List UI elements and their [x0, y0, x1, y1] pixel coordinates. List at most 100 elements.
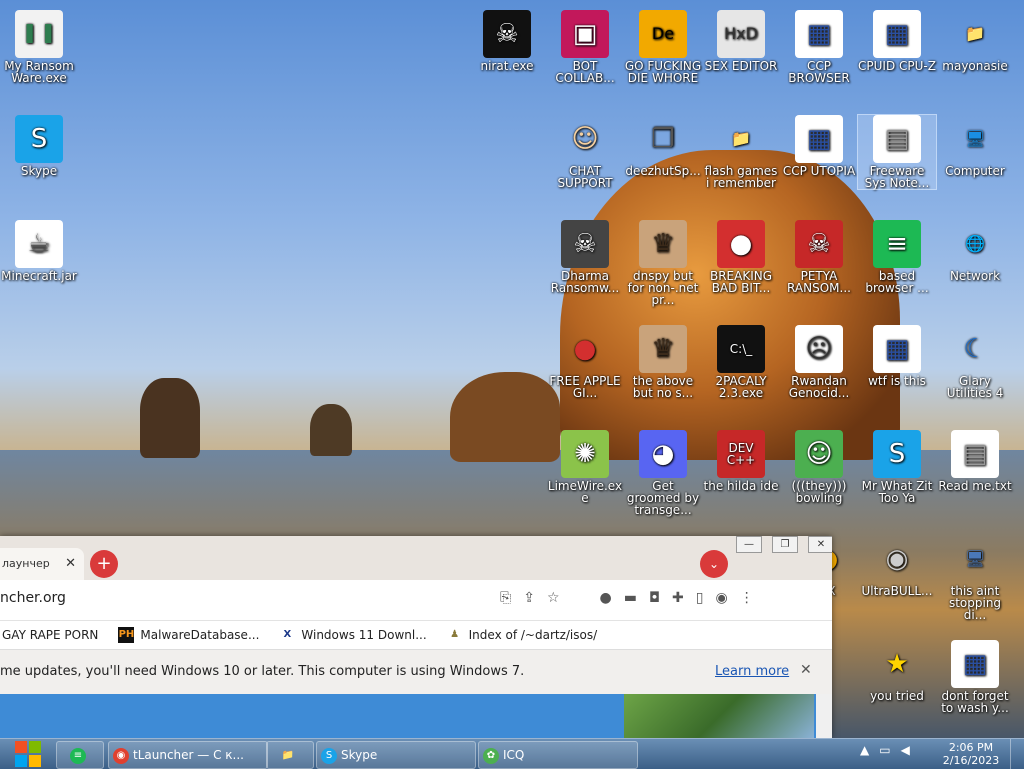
taskbar-item-label: Skype	[341, 748, 378, 762]
desktop-icon[interactable]: 📁 mayonasie	[936, 10, 1014, 73]
desktop-icon[interactable]: ● BREAKING BAD BIT...	[702, 220, 780, 294]
desktop-icon[interactable]: 🖥 this aint stopping di...	[936, 535, 1014, 622]
desktop-icon-label: dont forget to wash y...	[941, 689, 1009, 715]
desktop-icon-label: CPUID CPU-Z	[858, 59, 936, 73]
desktop-icon-label: Get groomed by transge...	[626, 479, 700, 517]
bookmark-star-icon[interactable]: ☆	[547, 590, 560, 606]
wallpaper-rock	[560, 150, 900, 460]
bookmark-item[interactable]: X Windows 11 Downl...	[279, 627, 427, 643]
taskbar-item[interactable]: 📁	[266, 741, 314, 769]
desktop-icon-label: PETYA RANSOM...	[787, 269, 851, 295]
bookmark-item[interactable]: GAY RAPE PORN	[2, 628, 98, 642]
desktop-icon[interactable]: ▣ BOT COLLAB...	[546, 10, 624, 84]
desktop-icon[interactable]: ≡ based browser ...	[858, 220, 936, 294]
address-bar[interactable]: ncher.org ⎘ ⇪ ☆ ● ▬ ◘ ✚ ▯ ◉ ⋮	[0, 580, 832, 621]
learn-more-link[interactable]: Learn more	[715, 664, 789, 679]
desktop-icon[interactable]: C:\_ 2PACALY 2.3.exe	[702, 325, 780, 399]
desktop-icon[interactable]: ▦ CCP BROWSER	[780, 10, 858, 84]
maximize-button[interactable]: ❐	[772, 536, 798, 553]
desktop-icon[interactable]: ▦ dont forget to wash y...	[936, 640, 1014, 714]
app-icon: S	[873, 430, 921, 478]
desktop-icon[interactable]: ☹ Rwandan Genocid...	[780, 325, 858, 399]
scrollbar[interactable]	[816, 694, 832, 738]
desktop-icon[interactable]: ☠ PETYA RANSOM...	[780, 220, 858, 294]
desktop-icon[interactable]: ▤ Freeware Sys Note...	[857, 114, 937, 190]
desktop-icon[interactable]: S Skype	[0, 115, 78, 177]
side-panel-icon[interactable]: ▯	[696, 590, 704, 606]
desktop-icon[interactable]: ❐ deezhutSp...	[624, 115, 702, 177]
share-icon[interactable]: ⇪	[523, 590, 535, 606]
bookmark-label: MalwareDatabase...	[140, 628, 260, 642]
tray-arrow-icon[interactable]: ▲	[860, 743, 869, 757]
extension-flag-icon[interactable]: ▬	[624, 590, 637, 606]
app-icon: ☺	[571, 124, 599, 154]
infobar-close-icon[interactable]: ✕	[800, 662, 812, 678]
desktop-icon-label: based browser ...	[865, 269, 929, 295]
taskbar-app-icon: S	[321, 747, 337, 764]
browser-window[interactable]: лаунчер ✕ + ⌄ — ❐ ✕ ncher.org ⎘ ⇪ ☆ ● ▬ …	[0, 536, 832, 738]
browser-tab[interactable]: лаунчер ✕	[0, 548, 84, 580]
desktop-icon-label: flash games i remember	[704, 164, 778, 190]
desktop-icon-label: Skype	[20, 164, 58, 178]
bookmark-favicon-icon: X	[279, 627, 296, 643]
app-icon: ☠	[561, 220, 609, 268]
taskbar-item[interactable]: ◉ tLauncher — С к...	[108, 741, 268, 769]
desktop-icon-label: wtf is this	[868, 374, 926, 388]
desktop-icon[interactable]: De GO FUCKING DIE WHORE	[624, 10, 702, 84]
new-tab-button[interactable]: +	[90, 550, 118, 578]
tab-search-button[interactable]: ⌄	[700, 550, 728, 578]
taskbar-item[interactable]: ✿ ICQ	[478, 741, 638, 769]
desktop-icon[interactable]: ▦ CPUID CPU-Z	[858, 10, 936, 72]
desktop-icon[interactable]: ☺ (((they))) bowling	[780, 430, 858, 504]
close-button[interactable]: ✕	[808, 536, 832, 553]
taskbar-item[interactable]: S Skype	[316, 741, 476, 769]
desktop-icon[interactable]: DEV C++ the hilda ide	[702, 430, 780, 492]
minimize-button[interactable]: —	[736, 536, 762, 553]
page-content	[0, 694, 832, 738]
bookmark-item[interactable]: ♟ Index of /~dartz/isos/	[447, 627, 597, 643]
desktop-icon-label: Dharma Ransomw...	[550, 269, 620, 295]
desktop-icon[interactable]: ▤ Read me.txt	[936, 430, 1014, 492]
desktop-icon[interactable]: ☾ Glary Utilities 4	[936, 325, 1014, 399]
start-button[interactable]	[8, 739, 48, 769]
desktop-icon[interactable]: S Mr What Zit Too Ya	[858, 430, 936, 504]
desktop-icon[interactable]: ● FREE APPLE GI...	[546, 325, 624, 399]
desktop-icon[interactable]: ▌▐ My Ransom Ware.exe	[0, 10, 78, 84]
desktop-icon[interactable]: 🖥 Computer	[936, 115, 1014, 178]
menu-kebab-icon[interactable]: ⋮	[740, 590, 754, 606]
desktop-icon[interactable]: ▦ wtf is this	[858, 325, 936, 387]
profile-icon[interactable]: ◉	[715, 590, 727, 606]
extension-mask-icon[interactable]: ◘	[649, 590, 660, 606]
volume-icon[interactable]: ◀	[901, 743, 910, 757]
tab-close-icon[interactable]: ✕	[65, 548, 76, 580]
desktop-icon[interactable]: 🌐 Network	[936, 220, 1014, 283]
desktop-icon[interactable]: HxD SEX EDITOR	[702, 10, 780, 72]
desktop-icon[interactable]: ★ you tried	[858, 640, 936, 702]
desktop-icon-label: Minecraft.jar	[1, 269, 77, 283]
desktop-icon[interactable]: ☕ Minecraft.jar	[0, 220, 78, 282]
clock[interactable]: 2:06 PM 2/16/2023	[938, 741, 1004, 767]
desktop-icon[interactable]: ✺ LimeWire.exe	[546, 430, 624, 504]
desktop-icon[interactable]: ♛ the above but no s...	[624, 325, 702, 399]
desktop-icon[interactable]: ◕ Get groomed by transge...	[624, 430, 702, 516]
desktop-icon-label: deezhutSp...	[625, 164, 701, 178]
desktop-icon[interactable]: ▦ CCP UTOPIA	[780, 115, 858, 177]
network-icon[interactable]: ▭	[879, 743, 890, 757]
url-text[interactable]: ncher.org	[0, 590, 66, 606]
window-controls: — ❐ ✕	[736, 536, 832, 553]
desktop-icon-label: Read me.txt	[938, 479, 1012, 493]
desktop-icon-label: CHAT SUPPORT	[557, 164, 613, 190]
extensions-puzzle-icon[interactable]: ✚	[672, 590, 684, 606]
show-desktop-button[interactable]	[1010, 739, 1024, 769]
translate-icon[interactable]: ⎘	[500, 590, 511, 606]
extension-avatar-icon[interactable]: ●	[600, 590, 612, 606]
desktop-icon[interactable]: ◉ UltraBULL...	[858, 535, 936, 597]
desktop-icon[interactable]: ☠ nirat.exe	[468, 10, 546, 72]
bookmark-item[interactable]: PH MalwareDatabase...	[118, 627, 259, 643]
desktop-icon[interactable]: ☺ CHAT SUPPORT	[546, 115, 624, 189]
app-icon: ❐	[651, 124, 675, 154]
taskbar-item[interactable]: ≡	[56, 741, 104, 769]
desktop-icon[interactable]: ☠ Dharma Ransomw...	[546, 220, 624, 294]
desktop-icon[interactable]: 📁 flash games i remember	[702, 115, 780, 190]
desktop-icon[interactable]: ♛ dnspy but for non-.net pr...	[624, 220, 702, 306]
